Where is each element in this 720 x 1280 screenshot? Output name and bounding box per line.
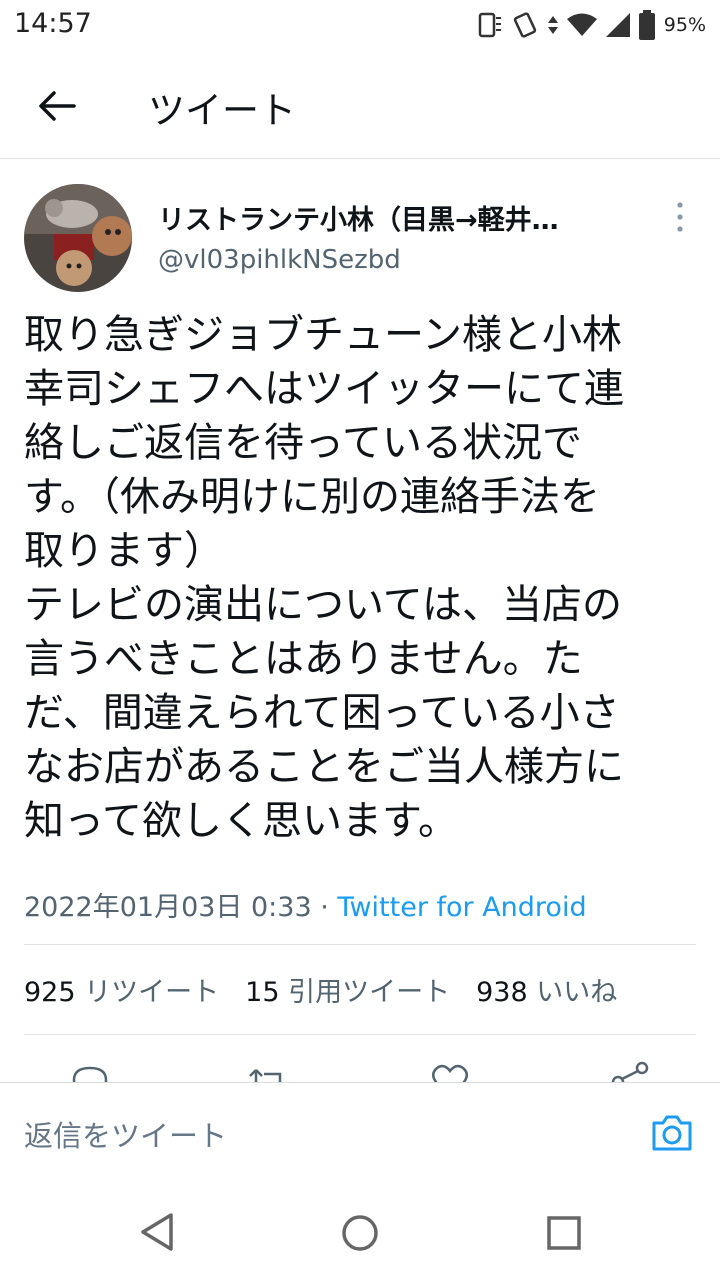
retweet-icon[interactable]	[246, 1060, 290, 1082]
nav-home-icon[interactable]	[340, 1213, 380, 1253]
share-icon[interactable]	[608, 1060, 652, 1082]
signal-icon	[605, 13, 630, 37]
author-handle[interactable]: @vl03pihlkNSezbd	[158, 245, 401, 275]
avatar-image	[24, 184, 132, 292]
tweet-text: 取り急ぎジョブチューン様と小林 幸司シェフへはツイッターにて連 絡しご返信を待っ…	[24, 312, 624, 844]
battery-percent: 95%	[663, 14, 706, 36]
tweet-timestamp[interactable]: 2022年01月03日 0:33	[24, 892, 312, 923]
quotes-stat[interactable]: 15 引用ツイート	[245, 977, 450, 1008]
nav-back-icon[interactable]	[138, 1211, 176, 1253]
action-row	[0, 1060, 720, 1082]
back-arrow-icon[interactable]	[34, 84, 78, 128]
retweets-label: リツイート	[84, 977, 220, 1008]
reply-bar: 返信をツイート	[0, 1082, 720, 1176]
tweet-meta: 2022年01月03日 0:33 · Twitter for Android	[24, 885, 587, 924]
divider	[24, 944, 696, 945]
app-header: ツイート	[0, 50, 720, 159]
page-title: ツイート	[148, 89, 296, 132]
author-name[interactable]: リストランテ小林（目黒→軽井…	[158, 198, 559, 237]
likes-stat[interactable]: 938 いいね	[476, 977, 617, 1008]
more-vertical-icon[interactable]	[670, 200, 690, 234]
screen-rotate-icon	[478, 12, 501, 38]
system-nav-bar	[0, 1175, 720, 1280]
status-icons: 95%	[474, 8, 706, 42]
status-bar: 14:57 95%	[0, 0, 720, 50]
reply-input[interactable]: 返信をツイート	[24, 1113, 227, 1155]
nav-recents-icon[interactable]	[546, 1215, 582, 1251]
battery-icon	[638, 10, 655, 40]
tweet-stats: 925 リツイート 15 引用ツイート 938 いいね	[24, 970, 617, 1009]
data-arrows-icon	[547, 16, 558, 34]
likes-label: いいね	[536, 977, 618, 1008]
avatar[interactable]	[24, 184, 132, 292]
divider	[24, 1034, 696, 1035]
reply-icon[interactable]	[68, 1060, 112, 1082]
status-time: 14:57	[14, 8, 92, 39]
like-icon[interactable]	[428, 1060, 472, 1082]
camera-icon[interactable]	[650, 1113, 694, 1153]
vibrate-icon	[513, 12, 536, 38]
tweet-source[interactable]: Twitter for Android	[337, 892, 586, 923]
quotes-count: 15	[245, 977, 280, 1008]
wifi-icon	[566, 13, 597, 36]
quotes-label: 引用ツイート	[288, 977, 451, 1008]
meta-separator: ·	[320, 892, 329, 923]
likes-count: 938	[476, 977, 528, 1008]
retweets-stat[interactable]: 925 リツイート	[24, 977, 219, 1008]
retweets-count: 925	[24, 977, 76, 1008]
